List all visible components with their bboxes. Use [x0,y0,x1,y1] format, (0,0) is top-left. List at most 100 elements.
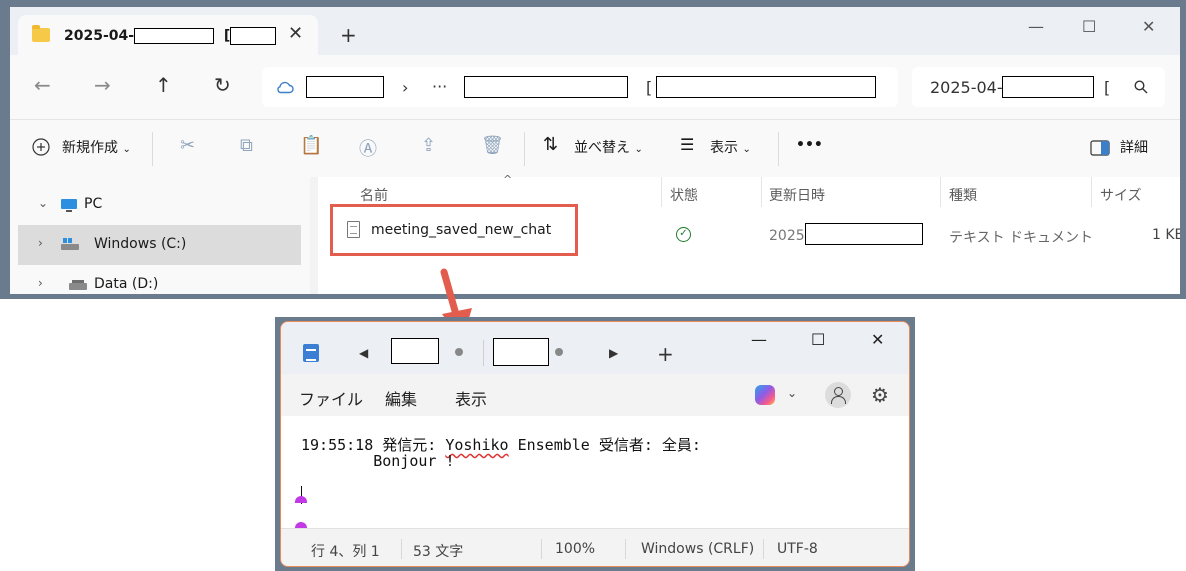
rename-icon[interactable]: Ⓐ [359,135,377,161]
text-editor[interactable]: 19:55:18 発信元: Yoshiko Ensemble 受信者: 全員: … [281,416,909,529]
minimize-button[interactable]: — [1028,17,1044,36]
zoom-level[interactable]: 100% [555,541,595,557]
details-pane-icon[interactable] [1090,140,1110,156]
cursor-position: 行 4、列 1 [311,544,380,560]
unsaved-dot-icon [455,348,463,356]
forward-arrow-icon[interactable]: → [94,73,111,97]
column-header-status[interactable]: 状態 [670,185,698,205]
menu-file[interactable]: ファイル [299,386,363,410]
file-modified: 2025 [769,223,923,245]
minimize-button[interactable]: — [751,330,767,349]
new-tab-button[interactable]: + [340,23,357,47]
search-field[interactable]: 2025-04- [ [912,67,1165,107]
plus-circle-icon[interactable] [32,138,50,156]
address-bar-row: ← → ↑ ↻ › ··· [ 2025-04- [ [10,55,1180,119]
toolbar-divider [524,132,525,166]
chevron-down-icon[interactable]: ⌄ [38,196,48,210]
sidebar-item-label: Windows (C:) [94,236,187,252]
gear-icon[interactable]: ⚙ [871,383,889,407]
drive-icon [61,238,79,250]
new-tab-button[interactable]: + [657,342,674,366]
encoding[interactable]: UTF-8 [777,541,818,557]
file-row-highlight[interactable]: meeting_saved_new_chat [330,204,578,256]
toolbar-divider [778,132,779,166]
menu-view[interactable]: 表示 [455,386,487,410]
details-button[interactable]: 詳細 [1120,137,1148,157]
delete-icon[interactable]: 🗑 [481,135,504,156]
column-header-modified[interactable]: 更新日時 [769,185,825,205]
address-field[interactable]: › ··· [ [262,67,898,107]
status-divider [763,539,764,559]
column-divider[interactable] [761,177,762,207]
chevron-right-icon[interactable]: › [38,236,43,250]
sidebar-item-label: PC [84,196,103,212]
sidebar-item-pc[interactable]: ⌄ PC [18,185,301,225]
explorer-content: 2025-04- [ ✕ + — ☐ ✕ ← → ↑ ↻ › ··· [202… [10,7,1180,294]
sort-button[interactable]: 並べ替え ⌄ [574,137,643,157]
search-icon[interactable] [1134,80,1148,94]
unsaved-dot-icon [555,348,563,356]
tab-scroll-right-icon[interactable]: ▶ [609,346,618,360]
explorer-tab-bar: 2025-04- [ ✕ + — ☐ ✕ [10,7,1180,55]
sidebar-item-windows-c[interactable]: › Windows (C:) [18,225,301,265]
back-arrow-icon[interactable]: ← [34,73,51,97]
copilot-icon[interactable] [755,385,775,405]
view-icon[interactable]: ☰ [680,135,694,154]
more-options-button[interactable]: ••• [796,137,823,153]
account-avatar-icon[interactable] [825,382,851,408]
notepad-tab-redacted[interactable] [493,338,549,366]
toolbar-divider [152,132,153,166]
redaction-box [804,223,923,245]
cloud-icon [277,81,294,94]
cut-icon[interactable]: ✂ [180,135,195,156]
menu-edit[interactable]: 編集 [385,386,417,410]
redaction-box [134,28,215,44]
tab-divider [483,340,484,366]
explorer-window: 2025-04- [ ✕ + — ☐ ✕ ← → ↑ ↻ › ··· [202… [0,0,1186,299]
view-button[interactable]: 表示 ⌄ [710,137,751,157]
close-button[interactable]: ✕ [1142,17,1155,36]
column-header-name[interactable]: 名前 [360,185,388,205]
maximize-button[interactable]: ☐ [811,330,825,349]
tab-close-icon[interactable]: ✕ [288,23,303,44]
status-divider [625,539,626,559]
drive-icon [69,280,87,290]
file-size: 1 KB [1152,227,1180,243]
notepad-title-bar: ◀ ▶ + — ☐ ✕ [281,322,909,374]
notepad-menu-bar: ファイル 編集 表示 ⌄ ⚙ [281,374,909,416]
pane-splitter[interactable] [310,177,318,294]
refresh-icon[interactable]: ↻ [214,73,231,97]
column-divider[interactable] [940,177,941,207]
copy-icon[interactable]: ⧉ [240,135,253,156]
tab-scroll-left-icon[interactable]: ◀ [359,346,368,360]
column-divider[interactable] [661,177,662,207]
selection-handle-icon[interactable] [295,496,307,503]
maximize-button[interactable]: ☐ [1082,17,1096,36]
close-button[interactable]: ✕ [871,330,884,349]
breadcrumb-ellipsis[interactable]: ··· [432,77,447,96]
share-icon[interactable]: ⇪ [421,135,436,156]
column-divider[interactable] [1091,177,1092,207]
redaction-box [230,27,277,45]
chevron-right-icon[interactable]: › [38,276,43,290]
tab-title: 2025-04- [ [64,27,277,45]
explorer-tab[interactable]: 2025-04- [ ✕ [18,15,318,55]
misspelled-word: Yoshiko [445,436,509,454]
command-bar: 新規作成 ⌄ ✂ ⧉ 📋 Ⓐ ⇪ 🗑 ⇅ 並べ替え ⌄ ☰ 表示 ⌄ ••• 詳… [10,119,1180,177]
column-header-size[interactable]: サイズ [1100,185,1142,205]
folder-icon [32,25,50,42]
line-ending[interactable]: Windows (CRLF) [641,541,754,557]
notepad-tab-redacted[interactable] [391,338,439,364]
column-header-type[interactable]: 種類 [949,185,977,205]
navigation-pane: ⌄ PC › Windows (C:) › Data (D:) [10,177,310,294]
up-arrow-icon[interactable]: ↑ [155,73,172,97]
sort-icon[interactable]: ⇅ [543,134,558,155]
sidebar-item-data-d[interactable]: › Data (D:) [18,265,301,294]
status-divider [401,539,402,559]
search-bracket: [ [1104,78,1111,97]
character-count: 53 文字 [413,544,464,560]
search-text: 2025-04- [930,78,1003,97]
chevron-down-icon[interactable]: ⌄ [787,386,797,400]
paste-icon[interactable]: 📋 [300,135,322,156]
new-button[interactable]: 新規作成 ⌄ [62,137,131,157]
